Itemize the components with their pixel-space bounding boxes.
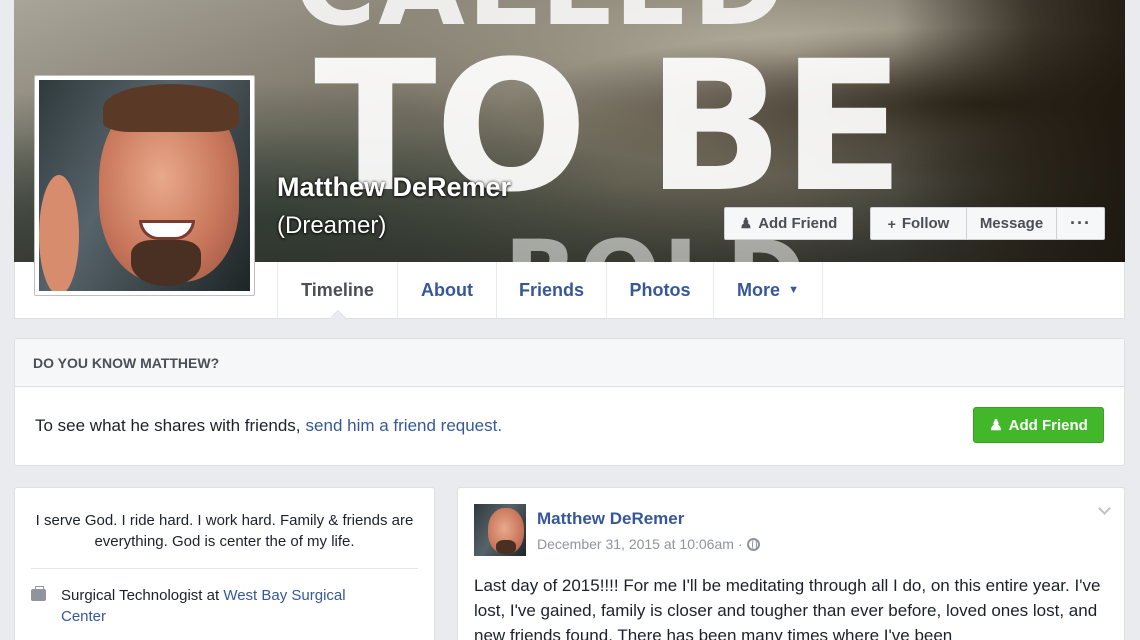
post-meta: December 31, 2015 at 10:06am · — [537, 536, 760, 552]
add-friend-label: Add Friend — [758, 215, 838, 232]
post-author-avatar[interactable] — [474, 504, 526, 556]
profile-picture[interactable] — [34, 75, 255, 296]
post-avatar-beard — [496, 540, 516, 554]
add-friend-button[interactable]: ♟ Add Friend — [724, 207, 853, 240]
profile-picture-image — [39, 80, 250, 291]
globe-icon[interactable] — [746, 537, 760, 551]
follow-label: Follow — [901, 215, 950, 232]
tab-about-label: About — [421, 279, 473, 300]
tab-friends[interactable]: Friends — [497, 262, 607, 318]
do-you-know-body: To see what he shares with friends, send… — [15, 387, 1124, 465]
tab-about[interactable]: About — [398, 262, 497, 318]
profile-name[interactable]: Matthew DeRemer — [277, 172, 511, 203]
avatar-shoulder — [39, 175, 79, 291]
tab-photos-label: Photos — [629, 279, 691, 300]
work-title: Surgical Technologist at — [61, 587, 220, 604]
avatar-beard — [131, 240, 201, 286]
post-timestamp[interactable]: December 31, 2015 at 10:06am — [537, 536, 734, 552]
add-friend-green-button[interactable]: ♟ Add Friend — [973, 407, 1104, 443]
profile-alternate-name: (Dreamer) — [277, 212, 387, 239]
add-friend-green-label: Add Friend — [1008, 416, 1088, 434]
tab-timeline-label: Timeline — [301, 279, 374, 300]
intro-bio: I serve God. I ride hard. I work hard. F… — [35, 512, 414, 550]
timeline-post: Matthew DeRemer December 31, 2015 at 10:… — [457, 487, 1125, 640]
tab-more[interactable]: More ▼ — [714, 262, 823, 318]
cover-actions: ♟ Add Friend + Follow Message ··· — [724, 207, 1105, 240]
tab-friends-label: Friends — [518, 279, 584, 300]
briefcase-icon — [31, 586, 46, 601]
profile-tabs: Timeline About Friends Photos More ▼ — [277, 262, 823, 319]
do-you-know-heading: DO YOU KNOW MATTHEW? — [15, 339, 1124, 387]
follow-button[interactable]: + Follow — [870, 207, 967, 240]
do-you-know-text: To see what he shares with friends, — [35, 416, 301, 435]
send-friend-request-link[interactable]: send him a friend request. — [306, 416, 503, 436]
plus-icon: + — [887, 215, 896, 232]
intro-divider — [31, 568, 418, 569]
post-options-chevron-icon[interactable] — [1098, 504, 1110, 516]
caret-down-icon: ▼ — [788, 284, 799, 296]
tab-more-label: More — [737, 279, 781, 300]
tab-photos[interactable]: Photos — [607, 262, 714, 318]
message-label: Message — [979, 215, 1044, 232]
post-text: Last day of 2015!!!! For me I'll be medi… — [474, 576, 1101, 640]
tab-timeline[interactable]: Timeline — [277, 262, 398, 319]
add-friend-icon: ♟ — [739, 215, 753, 231]
post-meta-separator: · — [737, 536, 743, 552]
intro-card: I serve God. I ride hard. I work hard. F… — [14, 487, 435, 640]
more-options-icon: ··· — [1070, 213, 1091, 233]
post-author-name[interactable]: Matthew DeRemer — [537, 509, 684, 529]
intro-work: Surgical Technologist at West Bay Surgic… — [31, 585, 391, 627]
avatar-hair — [103, 84, 239, 132]
message-button[interactable]: Message — [967, 207, 1057, 240]
do-you-know-box: DO YOU KNOW MATTHEW? To see what he shar… — [14, 338, 1125, 466]
add-friend-icon: ♟ — [989, 417, 1003, 434]
more-options-button[interactable]: ··· — [1057, 207, 1105, 240]
